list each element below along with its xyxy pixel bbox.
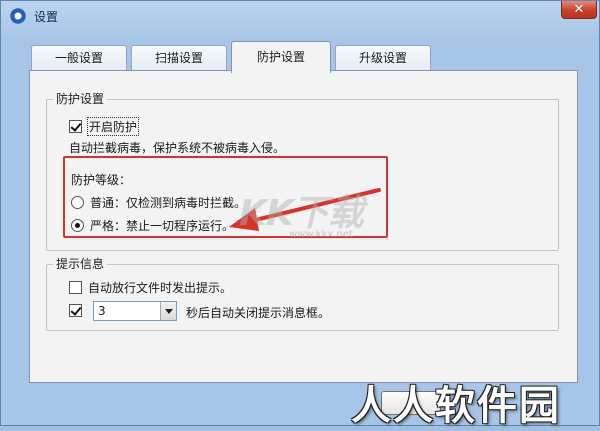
- ok-button[interactable]: [381, 391, 441, 415]
- settings-window: 设置 ✕ 一般设置 扫描设置 防护设置 升级设置 防护设置 开启防护 自动拦截病…: [0, 0, 600, 429]
- title-bar[interactable]: 设置 ✕: [1, 1, 599, 31]
- notice-group: 提示信息 自动放行文件时发出提示。 3 秒后自动关闭提示消息框。: [46, 256, 559, 331]
- protection-group-title: 防护设置: [53, 91, 108, 107]
- level-normal-label[interactable]: 普通：仅检测到病毒时拦截。: [90, 194, 246, 211]
- protection-group: 防护设置 开启防护 自动拦截病毒，保护系统不被病毒入侵。 防护等级： 普通：仅检…: [46, 91, 559, 251]
- auto-close-seconds-select[interactable]: 3: [93, 301, 177, 321]
- notice-group-title: 提示信息: [53, 256, 108, 272]
- app-logo-icon: [10, 8, 26, 24]
- auto-close-checkbox[interactable]: [69, 304, 82, 317]
- window-title: 设置: [34, 10, 59, 24]
- protection-description: 自动拦截病毒，保护系统不被病毒入侵。: [69, 141, 286, 155]
- tab-upgrade[interactable]: 升级设置: [335, 45, 431, 72]
- level-strict-row[interactable]: 严格：禁止一切程序运行。: [71, 217, 234, 234]
- tab-general[interactable]: 一般设置: [31, 45, 127, 72]
- settings-panel: 防护设置 开启防护 自动拦截病毒，保护系统不被病毒入侵。 防护等级： 普通：仅检…: [29, 70, 578, 383]
- auto-release-row[interactable]: 自动放行文件时发出提示。: [69, 279, 232, 296]
- auto-close-checkbox-row[interactable]: [69, 304, 88, 317]
- level-strict-radio[interactable]: [71, 219, 84, 232]
- level-strict-label[interactable]: 严格：禁止一切程序运行。: [90, 217, 234, 234]
- auto-close-label: 秒后自动关闭提示消息框。: [186, 306, 331, 320]
- tab-scan[interactable]: 扫描设置: [131, 45, 227, 72]
- enable-protection-checkbox[interactable]: [69, 120, 82, 133]
- enable-protection-row[interactable]: 开启防护: [69, 117, 140, 136]
- tab-protection[interactable]: 防护设置: [231, 41, 331, 73]
- auto-close-seconds-value: 3: [98, 304, 106, 318]
- protection-level-title: 防护等级：: [71, 173, 132, 187]
- auto-release-checkbox[interactable]: [69, 281, 82, 294]
- chevron-down-icon[interactable]: [160, 302, 176, 320]
- level-normal-radio[interactable]: [71, 196, 84, 209]
- level-normal-row[interactable]: 普通：仅检测到病毒时拦截。: [71, 194, 246, 211]
- close-button[interactable]: ✕: [561, 1, 597, 19]
- auto-release-label[interactable]: 自动放行文件时发出提示。: [88, 279, 232, 296]
- enable-protection-label[interactable]: 开启防护: [86, 117, 140, 136]
